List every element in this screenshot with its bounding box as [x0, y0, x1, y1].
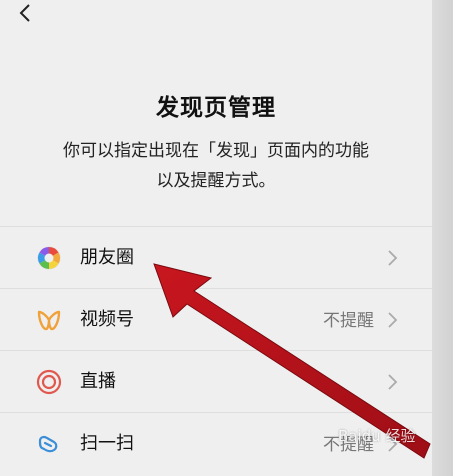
chevron-right-icon [388, 374, 398, 390]
list-item-label: 视频号 [80, 309, 134, 330]
chevron-right-icon [388, 250, 398, 266]
chevron-left-icon [19, 4, 30, 22]
list-item-moments[interactable]: 朋友圈 [0, 226, 432, 288]
page-description: 你可以指定出现在「发现」页面内的功能 以及提醒方式。 [30, 136, 402, 196]
description-line-2: 以及提醒方式。 [156, 171, 276, 191]
list-item-label: 直播 [80, 371, 116, 392]
notification-setting: 不提醒 [323, 311, 374, 331]
list-item-label: 朋友圈 [80, 247, 134, 268]
adjacent-panel-edge [432, 0, 453, 476]
watermark-text: Baidu 经验 [338, 427, 416, 445]
discover-management-screen: 发现页管理 你可以指定出现在「发现」页面内的功能 以及提醒方式。 朋友圈 视频号… [0, 0, 432, 476]
list-item-channels[interactable]: 视频号 不提醒 [0, 288, 432, 350]
page-title: 发现页管理 [156, 95, 276, 121]
live-ring-icon [36, 369, 62, 395]
back-button[interactable] [14, 2, 36, 24]
moments-aperture-icon [37, 246, 61, 270]
list-item-label: 扫一扫 [80, 433, 134, 454]
scan-cube-icon [38, 435, 58, 453]
list-item-live[interactable]: 直播 [0, 350, 432, 412]
description-line-1: 你可以指定出现在「发现」页面内的功能 [63, 141, 369, 161]
chevron-right-icon [388, 312, 398, 328]
channels-butterfly-icon [37, 310, 61, 331]
